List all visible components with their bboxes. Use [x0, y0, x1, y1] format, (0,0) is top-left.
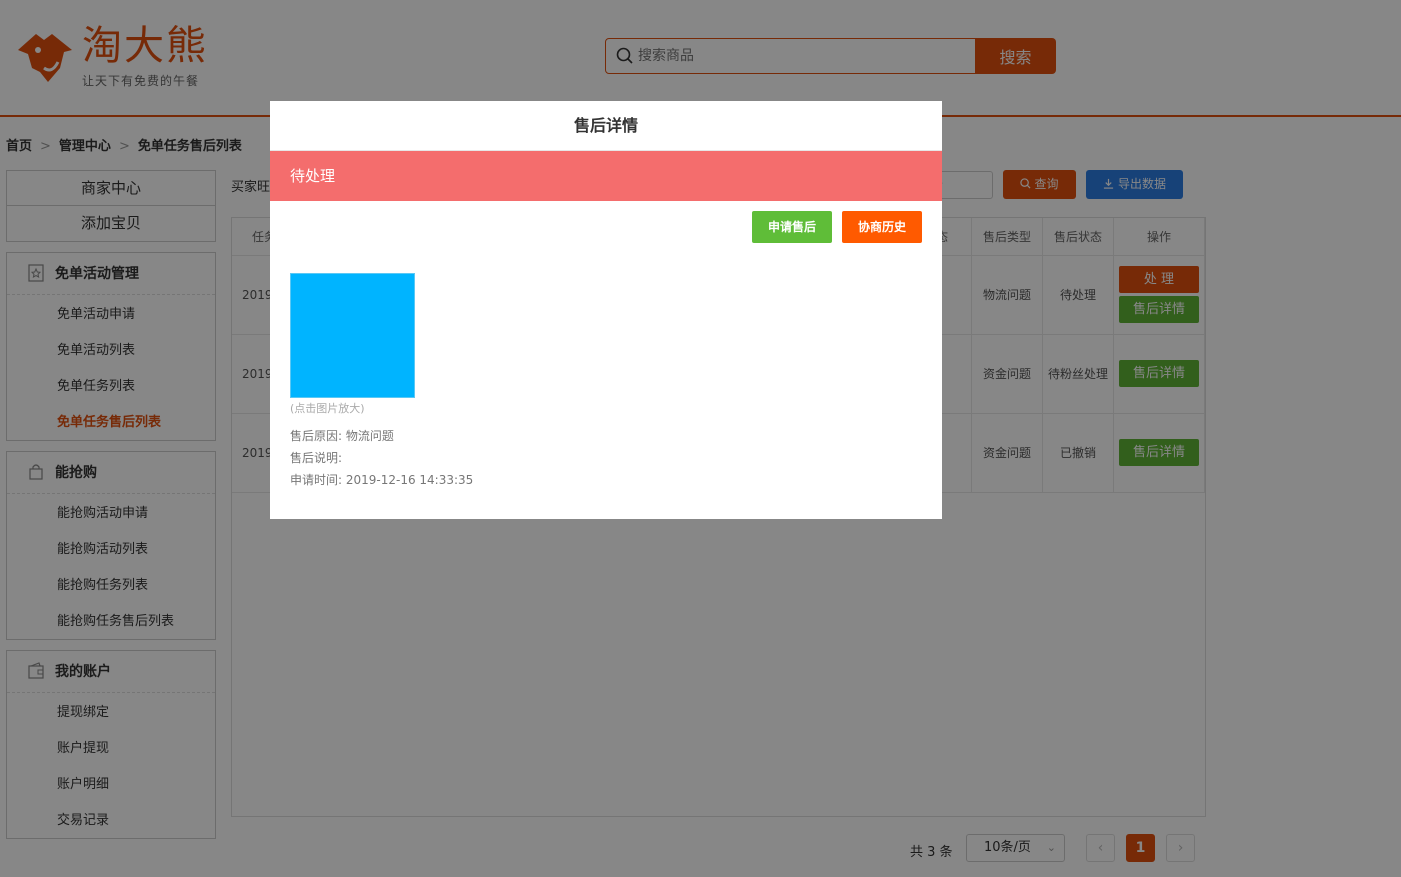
evidence-image[interactable]	[290, 273, 415, 398]
aftersale-description: 售后说明:	[290, 451, 343, 465]
modal-actions: 申请售后 协商历史	[742, 211, 922, 243]
modal-title: 售后详情	[270, 101, 942, 151]
apply-aftersale-button[interactable]: 申请售后	[752, 211, 832, 243]
aftersale-detail-modal: 售后详情 待处理 申请售后 协商历史 (点击图片放大) 售后原因: 物流问题 售后…	[270, 101, 942, 519]
aftersale-reason: 售后原因: 物流问题	[290, 429, 394, 443]
apply-time: 申请时间: 2019-12-16 14:33:35	[290, 473, 474, 487]
status-banner: 待处理	[270, 151, 942, 201]
negotiation-history-button[interactable]: 协商历史	[842, 211, 922, 243]
image-hint: (点击图片放大)	[290, 402, 365, 415]
